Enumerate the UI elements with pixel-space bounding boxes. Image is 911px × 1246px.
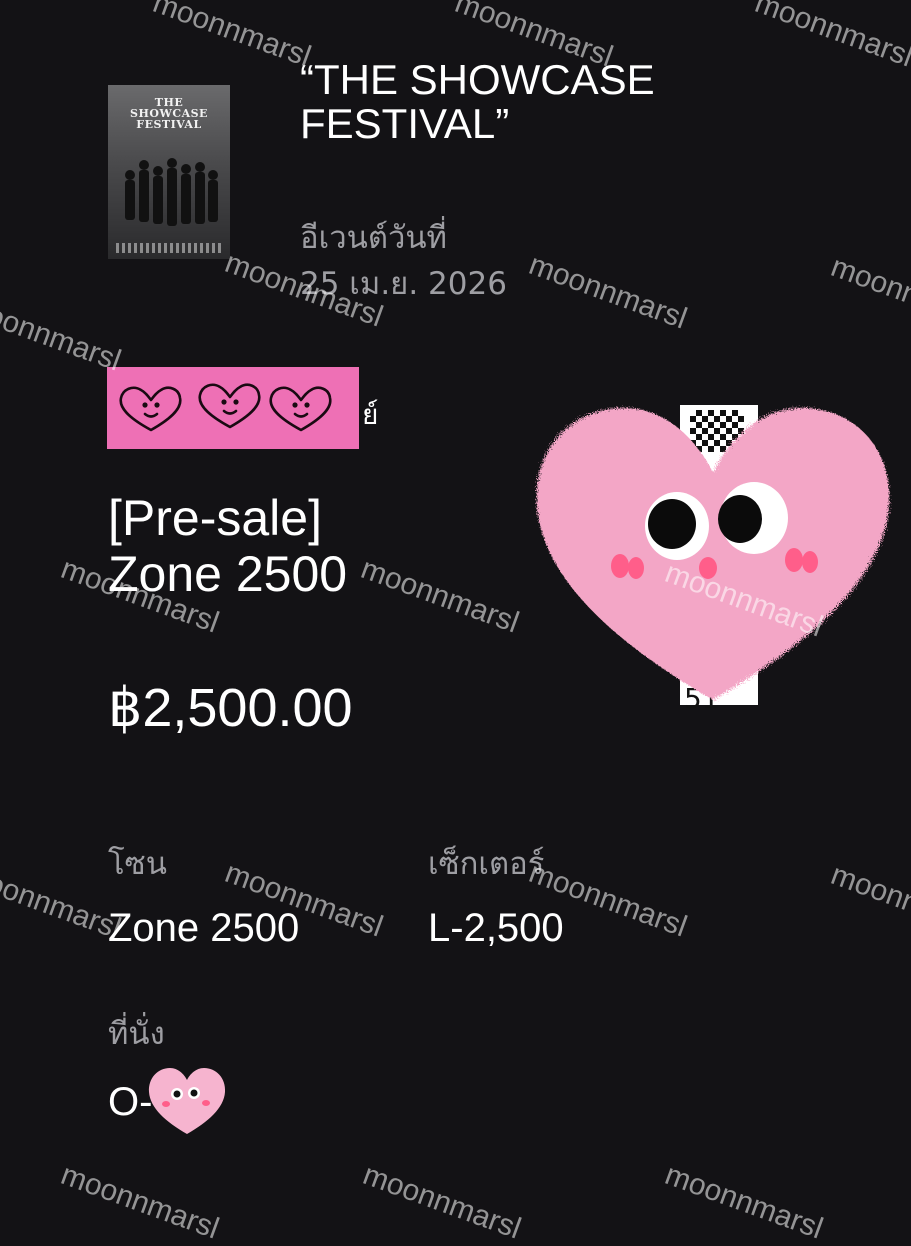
watermark: moonnmarsl xyxy=(826,250,911,338)
holder-name-suffix: ย์ xyxy=(362,398,379,431)
sector-value: L-2,500 xyxy=(428,906,564,950)
ticket-price: ฿2,500.00 xyxy=(108,678,353,738)
poster-sponsor-strip xyxy=(116,243,222,253)
zone-value: Zone 2500 xyxy=(108,906,300,950)
poster-title: THE SHOWCASE FESTIVAL xyxy=(108,97,230,130)
watermark: moonnmarsl xyxy=(750,0,911,74)
seat-value: O- xyxy=(108,1080,153,1124)
sector-label: เซ็กเตอร์ xyxy=(428,846,545,882)
heart-face-icon xyxy=(119,383,332,432)
watermark: moonnmarsl xyxy=(148,0,316,74)
pink-heart-sticker-icon xyxy=(536,407,890,700)
watermark: moonnmarsl xyxy=(524,248,692,336)
event-title: “THE SHOWCASE FESTIVAL” xyxy=(300,56,655,147)
mini-heart-sticker-icon xyxy=(148,1068,226,1134)
event-date: 25 เม.ย. 2026 xyxy=(300,266,507,302)
poster-group-photo xyxy=(125,158,218,226)
event-poster: THE SHOWCASE FESTIVAL xyxy=(108,85,230,259)
seat-label: ที่นั่ง xyxy=(108,1016,165,1052)
watermark: moonnmarsl xyxy=(56,1158,224,1246)
holder-name-redaction xyxy=(107,367,359,449)
watermark: moonnmarsl xyxy=(660,1158,828,1246)
watermark: moonnmarsl xyxy=(0,290,126,378)
zone-label: โซน xyxy=(108,846,167,882)
ticket-type: [Pre-sale] Zone 2500 xyxy=(108,490,508,602)
event-date-label: อีเวนต์วันที่ xyxy=(300,220,447,256)
poster-title-line3: FESTIVAL xyxy=(136,118,202,131)
watermark: moonnmarsl xyxy=(358,1158,526,1246)
watermark: moonnmarsl xyxy=(826,858,911,946)
ticket-type-line2: Zone 2500 xyxy=(108,546,348,602)
watermark: moonnmarsl xyxy=(0,858,126,946)
ticket-type-line1: [Pre-sale] xyxy=(108,490,322,546)
